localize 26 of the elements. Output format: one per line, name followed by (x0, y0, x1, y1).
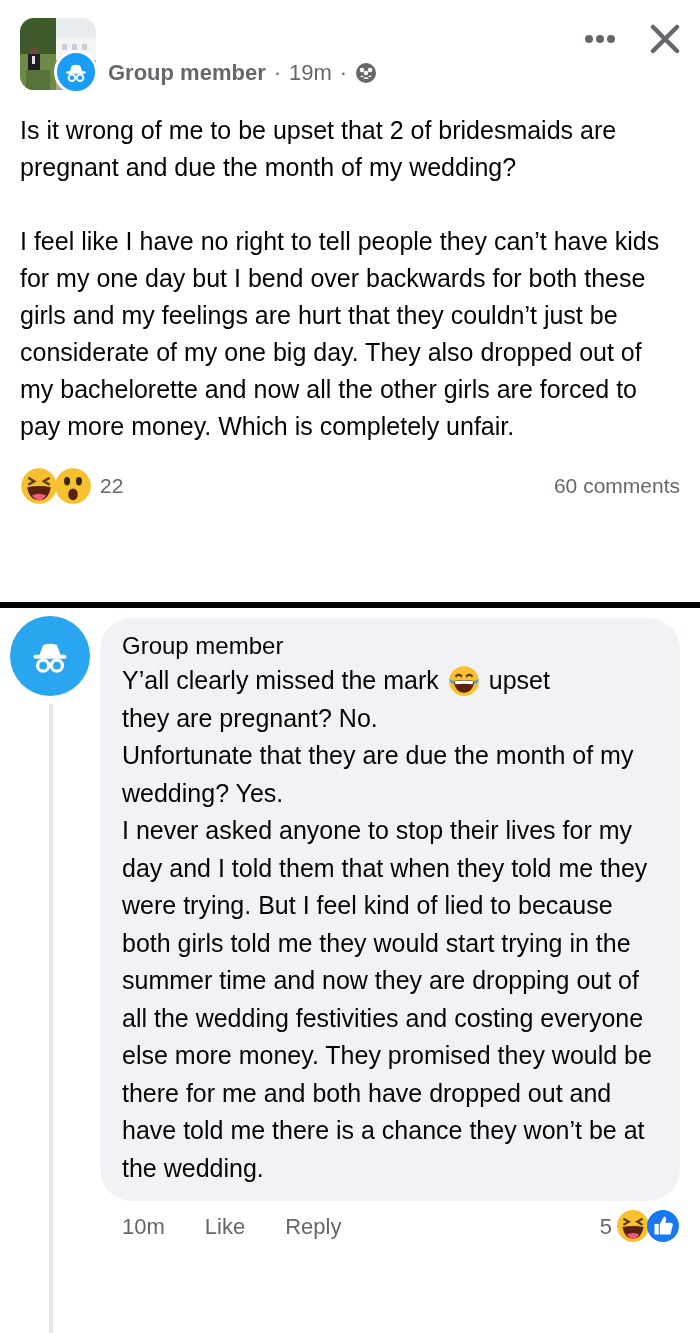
haha-emoji-icon (616, 1209, 650, 1243)
close-icon[interactable] (650, 24, 680, 54)
post-paragraph: Is it wrong of me to be upset that 2 of bridesmaids are pregnant and due the month of my wedding? (20, 115, 618, 183)
comment-text: they are pregnant? No. (122, 702, 379, 734)
comments-count[interactable]: 60 comments (553, 470, 680, 502)
post-paragraph: I feel like I have no right to tell people they can’t have kids for my one day but I bend over backwards for both these girls and my feelings are hurt that they couldn’t just be considerate of my one big day. They also dropped out of my bachelorette and now all the other girls are forced to pay more money. Which is completely unfair. (20, 226, 661, 442)
like-icon (646, 1209, 680, 1243)
reaction-count[interactable]: 5 (599, 1209, 612, 1243)
comment-text: Y’all clearly missed the mark (122, 665, 439, 696)
wow-emoji-icon (54, 467, 92, 505)
reaction-count[interactable]: 22 (100, 470, 124, 502)
separator: · (273, 59, 282, 87)
more-options-icon[interactable] (584, 34, 616, 44)
comment-text: I never asked anyone to stop their lives for my day and I told them that when they told me they were trying. But I feel kind of lied to because both girls told me they would start trying in the summer time and now they are dropping out of all the wedding festivities and costing everyone else more money. They promised they would be there for me and both have dropped out and have told me there is a chance they won’t be at the wedding. (122, 815, 653, 1184)
group-icon (355, 61, 378, 84)
comment-action[interactable]: Reply (285, 1209, 342, 1243)
comment-author[interactable]: Group member (122, 630, 656, 662)
haha-emoji-icon (20, 467, 58, 505)
author-name[interactable]: Group member (108, 56, 266, 89)
comment-text: upset (488, 665, 550, 696)
comment-action[interactable]: Like (204, 1209, 246, 1243)
comment-time: 10m (122, 1212, 165, 1241)
post-time: 19m (289, 59, 332, 87)
laughing-tears-emoji-icon (446, 663, 481, 698)
comment-text: Unfortunate that they are due the month of my wedding? Yes. (122, 740, 635, 809)
separator: · (339, 59, 348, 87)
